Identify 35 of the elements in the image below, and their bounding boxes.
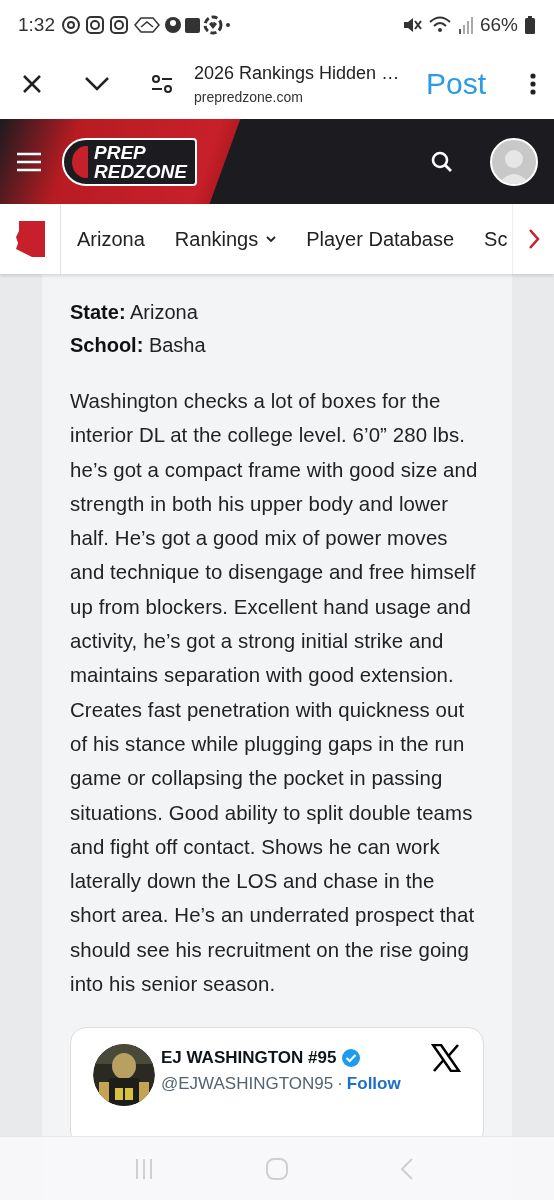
chevron-down-icon	[84, 75, 110, 92]
separator-dot: ·	[337, 1074, 343, 1095]
profile-avatar[interactable]	[490, 137, 538, 186]
mute-icon	[401, 15, 422, 35]
nav-link[interactable]: Rankings	[174, 227, 277, 251]
info-line: School: Basha	[70, 333, 207, 358]
football-icon	[70, 144, 88, 179]
nav-link[interactable]: Player Database	[306, 227, 455, 251]
nav-link[interactable]: Arizona	[77, 227, 145, 251]
more-button[interactable]	[530, 71, 536, 96]
minimize-button[interactable]	[84, 75, 110, 92]
wifi-icon	[427, 15, 452, 35]
menu-button[interactable]	[16, 151, 42, 172]
nav-link[interactable]: Sc	[484, 227, 508, 251]
arizona-map-icon	[14, 219, 46, 259]
search-icon	[430, 149, 454, 174]
account-handle: @EJWASHINGTON95	[161, 1074, 334, 1095]
battery-icon	[524, 15, 536, 35]
article-paragraph: Washington checks a lot of boxes for the interior DL at the college level. 6’0” 280 lbs. he’s got a compact frame with good size and strength in both his upper body and lower half. He’s got a good mix of power moves and technique to disengage and free himself up from blockers. Excellent hand usage and activity, he’s got a strong initial strike and maintains separation with good extension. Creates fast penetration with quickness out of his stance while plugging gaps in the run game or collapsing the pocket in passing situations. Good ability to split double teams and fight off contact. Shows he can work laterally down the LOS and chase in the short area. He’s an underrated prospect that should see his recruitment on the rise going into his senior season.	[70, 389, 479, 998]
menu-icon	[16, 151, 42, 172]
search-button[interactable]	[430, 149, 454, 174]
battery-percentage: 66%	[479, 14, 518, 36]
signal-icon	[457, 15, 474, 35]
page-domain: prepredzone.com	[194, 88, 304, 105]
follow-link[interactable]: Follow	[346, 1074, 401, 1095]
clock-time: 1:32	[18, 14, 55, 36]
site-logo[interactable]: PREP REDZONE	[62, 137, 197, 186]
page-title: 2026 Rankings Hidden …	[194, 62, 401, 84]
chevron-down-icon	[266, 235, 277, 243]
account-name: EJ WASHINGTON #95	[161, 1048, 337, 1069]
info-line: State: Arizona	[70, 300, 199, 325]
x-logo-icon	[431, 1044, 461, 1073]
chevron-right-icon	[527, 228, 540, 250]
home-icon	[265, 1156, 289, 1181]
more-icon	[530, 71, 536, 96]
